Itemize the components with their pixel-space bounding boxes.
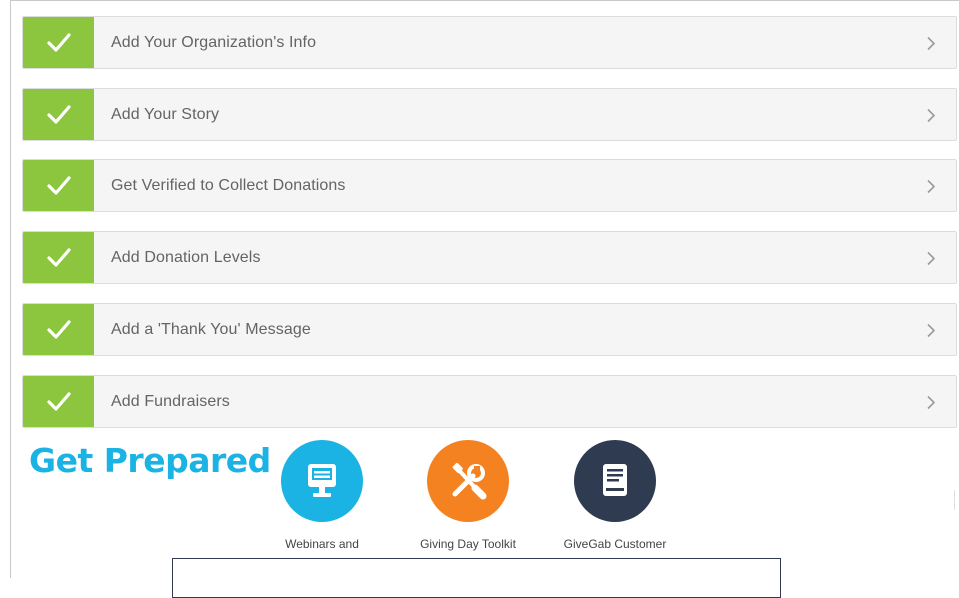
resource-label: Giving Day Toolkit <box>420 537 516 551</box>
get-prepared-heading: Get Prepared <box>29 441 271 480</box>
task-label: Add Donation Levels <box>111 248 261 266</box>
popup-panel <box>172 558 781 598</box>
task-complete-badge <box>23 89 94 140</box>
checkmark-icon <box>47 176 71 195</box>
tools-icon <box>427 440 509 522</box>
task-complete-badge <box>23 160 94 211</box>
task-label: Add Fundraisers <box>111 392 230 410</box>
task-label: Add Your Organization's Info <box>111 33 317 51</box>
chevron-right-icon <box>927 36 936 51</box>
chevron-right-icon <box>927 108 936 123</box>
resource-label: Webinars and <box>285 537 359 551</box>
task-complete-badge <box>23 376 94 427</box>
checkmark-icon <box>47 392 71 411</box>
resource-toolkit[interactable]: Giving Day Toolkit <box>398 440 538 551</box>
resource-customer-guide[interactable]: GiveGab Customer <box>545 440 685 551</box>
task-complete-badge <box>23 17 94 68</box>
chevron-right-icon <box>927 395 936 410</box>
task-complete-badge <box>23 232 94 283</box>
checkmark-icon <box>47 248 71 267</box>
task-row-story[interactable]: Add Your Story <box>22 88 957 141</box>
book-icon <box>574 440 656 522</box>
task-label: Add Your Story <box>111 105 220 123</box>
chevron-right-icon <box>927 251 936 266</box>
task-complete-badge <box>23 304 94 355</box>
task-row-fundraisers[interactable]: Add Fundraisers <box>22 375 957 428</box>
task-row-donation-levels[interactable]: Add Donation Levels <box>22 231 957 284</box>
chevron-right-icon <box>927 323 936 338</box>
resource-label: GiveGab Customer <box>563 537 667 551</box>
checkmark-icon <box>47 33 71 52</box>
task-label: Add a 'Thank You' Message <box>111 320 311 338</box>
task-row-verification[interactable]: Get Verified to Collect Donations <box>22 159 957 212</box>
task-row-thank-you[interactable]: Add a 'Thank You' Message <box>22 303 957 356</box>
chevron-right-icon <box>927 179 936 194</box>
checkmark-icon <box>47 320 71 339</box>
divider <box>954 490 955 510</box>
task-row-organization-info[interactable]: Add Your Organization's Info <box>22 16 957 69</box>
resource-webinars[interactable]: Webinars and <box>252 440 392 551</box>
task-label: Get Verified to Collect Donations <box>111 176 346 194</box>
checkmark-icon <box>47 105 71 124</box>
monitor-icon <box>281 440 363 522</box>
